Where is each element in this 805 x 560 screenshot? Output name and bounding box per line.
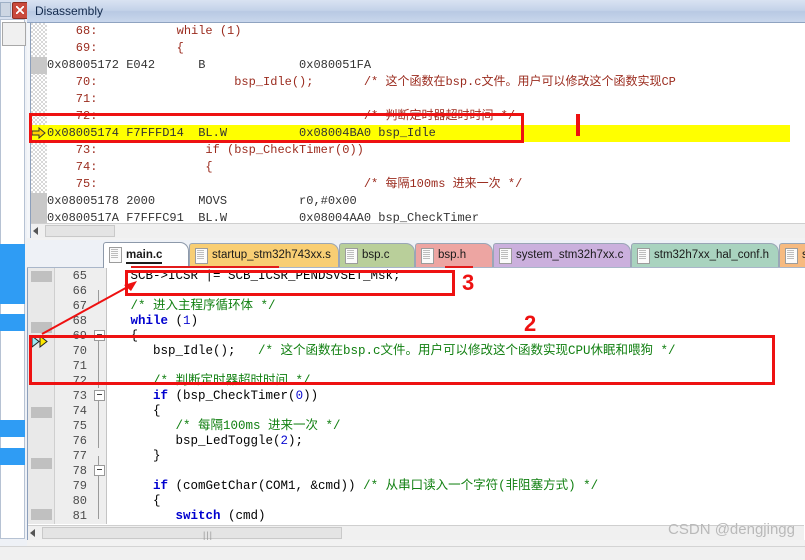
tab-label: startup_stm32h743xx.s [212,249,331,261]
file-icon [109,247,122,263]
file-icon [785,248,798,264]
annotation-box-3 [125,270,455,296]
file-icon [195,248,208,264]
disasm-line: 74: { [47,160,213,174]
scroll-grip-icon: ||| [203,530,214,540]
editor-tab-bar: main.c startup_stm32h743xx.s bsp.c bsp.h… [27,240,805,268]
tab-label: stm32h7xx_hal_conf.h [654,249,770,261]
left-panel-marker-3 [0,420,25,437]
left-panel-tab-chip[interactable] [0,2,11,17]
breakpoint-slot[interactable] [31,407,52,418]
breakpoint-slot[interactable] [31,458,52,469]
scroll-left-arrow-icon[interactable] [33,227,38,235]
annotation-mark-1 [576,114,580,136]
disasm-line: 0x08005178 2000 MOVS r0,#0x00 [47,194,357,208]
ide-window: Disassembly 68: while (1) 69: { 0x080051… [0,0,805,560]
code-line: switch (cmd) [175,509,266,523]
disassembly-hscrollbar[interactable] [31,223,805,238]
disasm-line: 0x08005172 E042 B 0x080051FA [47,58,372,72]
file-icon [345,248,358,264]
disasm-line: 0x0800517A F7FFFC91 BL.W 0x08004AA0 bsp_… [47,211,480,223]
code-line: if (comGetChar(COM1, &cmd)) /* 从串口读入一个字符… [153,479,599,493]
tab-startup-stm32h743xx-s[interactable]: startup_stm32h743xx.s [189,243,339,267]
left-panel-marker-2 [0,314,25,331]
fold-toggle-icon[interactable] [94,390,105,401]
tab-label: system_stm32h7xx.c [516,249,624,261]
left-panel-marker-4 [0,448,25,465]
annotation-number-3: 3 [462,270,475,295]
left-docked-panel [0,0,29,560]
watermark: CSDN @dengjingg [668,521,795,538]
disasm-line: 68: while (1) [47,24,242,38]
left-panel-thumb-box [2,22,26,46]
file-icon [421,248,434,264]
tab-stm32h7[interactable]: stm32h7 [779,243,805,267]
annotation-box-1 [29,113,524,143]
file-icon [499,248,512,264]
tab-main-c[interactable]: main.c [103,242,189,268]
left-panel-marker-1 [0,244,25,304]
tab-bsp-h[interactable]: bsp.h [415,243,493,267]
disassembly-title-label: Disassembly [35,4,104,18]
disasm-line: 75: /* 每隔100ms 进来一次 */ [47,177,523,191]
disasm-line: 71: [47,92,120,106]
source-editor[interactable]: 65 66 67 68 69 70 71 72 73 74 75 76 77 7… [27,268,805,540]
tab-bsp-c[interactable]: bsp.c [339,243,415,267]
breakpoint-slot[interactable] [31,509,52,520]
disassembly-titlebar[interactable]: Disassembly [27,0,805,23]
file-icon [637,248,650,264]
annotation-box-2 [29,335,775,385]
annotation-number-2: 2 [524,311,537,336]
left-panel-titlebar [0,0,29,19]
code-line: } [108,449,161,463]
scroll-thumb[interactable]: ||| [42,527,342,540]
scroll-left-arrow-icon[interactable] [30,529,35,537]
scroll-thumb[interactable] [45,225,115,237]
tab-system-stm32h7xx-c[interactable]: system_stm32h7xx.c [493,243,631,267]
tab-label: main.c [126,249,163,264]
disasm-line: 69: { [47,41,184,55]
disasm-line: 70: bsp_Idle(); /* 这个函数在bsp.c文件。用户可以修改这个… [47,75,676,89]
disasm-line: 73: if (bsp_CheckTimer(0)) [47,143,364,157]
line-number: 81 [72,509,87,523]
annotation-arrow-3 [41,281,137,335]
fold-toggle-icon[interactable] [94,465,105,476]
tab-label: bsp.h [438,249,467,261]
tab-stm32h7xx-hal-conf-h[interactable]: stm32h7xx_hal_conf.h [631,243,779,267]
bottom-strip [0,546,805,560]
source-code-text[interactable]: SCB->ICSR |= SCB_ICSR_PENDSVSET_Msk; /* … [108,268,805,524]
tab-label: bsp.c [362,249,390,261]
